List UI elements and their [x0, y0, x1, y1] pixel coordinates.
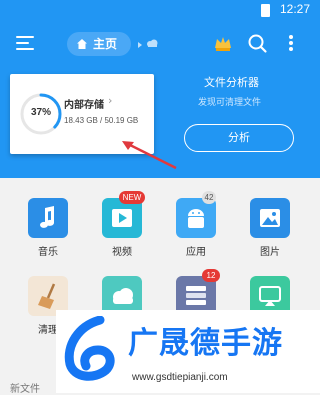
apps-count-badge: 42 [202, 191, 216, 204]
storage-title: 内部存储 [64, 100, 104, 111]
toolbar: 主页 [0, 20, 320, 70]
more-vertical-icon[interactable] [284, 32, 298, 54]
music-icon [28, 198, 68, 238]
premium-crown-icon[interactable] [212, 32, 234, 54]
analyzer-subtitle: 发现可清理文件 [198, 98, 262, 108]
search-icon[interactable] [246, 32, 268, 54]
watermark-banner: 广晟德手游 www.gsdtiepianji.com [56, 310, 320, 393]
grid-item-images[interactable]: 图片 [238, 190, 302, 258]
grid-item-label: 视频 [112, 247, 132, 258]
grid-item-music[interactable]: 音乐 [16, 190, 80, 258]
home-tab[interactable]: 主页 [67, 32, 131, 56]
analyze-button[interactable]: 分析 [184, 124, 294, 152]
grid-item-label: 应用 [186, 247, 206, 258]
chevron-right-icon: › [108, 94, 113, 107]
status-bar: 12:27 [0, 0, 320, 20]
cloud-tab-icon[interactable] [134, 37, 162, 49]
home-icon [77, 39, 87, 49]
image-icon [250, 198, 290, 238]
new-badge: NEW [119, 191, 145, 204]
downloads-count-badge: 12 [202, 269, 220, 282]
watermark-url: www.gsdtiepianji.com [132, 372, 228, 383]
analyzer-title: 文件分析器 [204, 76, 259, 89]
grid-item-apps[interactable]: 42 应用 [164, 190, 228, 258]
storage-size: 18.43 GB / 50.19 GB [64, 116, 139, 125]
video-play-icon [102, 198, 142, 238]
home-tab-label: 主页 [93, 37, 118, 51]
grid-item-video[interactable]: NEW 视频 [90, 190, 154, 258]
menu-icon[interactable] [16, 36, 34, 50]
android-icon [176, 198, 216, 238]
annotation-arrow [122, 141, 177, 170]
battery-icon [261, 4, 270, 17]
watermark-brand: 广晟德手游 [128, 326, 283, 361]
grid-item-label: 图片 [260, 247, 280, 258]
storage-percent: 37% [30, 107, 51, 118]
grid-item-label: 音乐 [38, 247, 58, 258]
status-time: 12:27 [279, 2, 310, 16]
brand-logo-icon [64, 316, 115, 381]
